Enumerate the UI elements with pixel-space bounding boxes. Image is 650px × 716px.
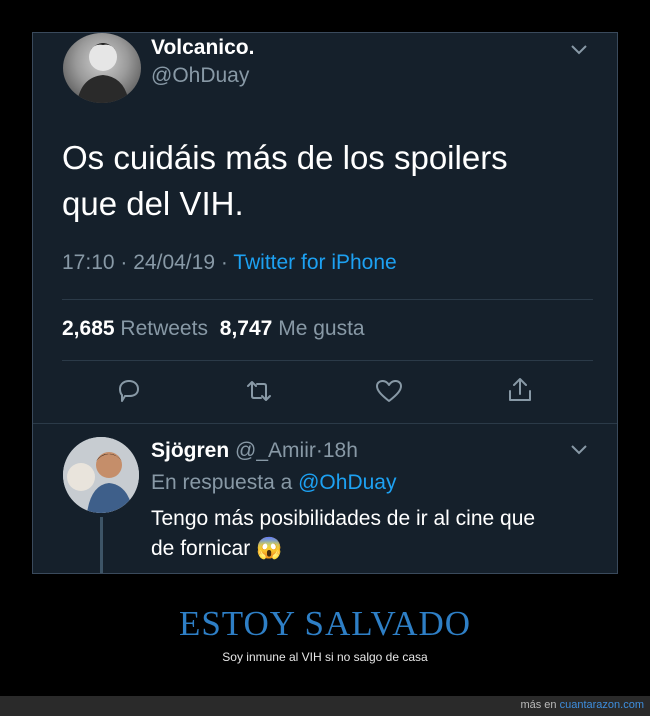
retweet-icon[interactable] bbox=[244, 377, 274, 405]
reply-icon[interactable] bbox=[115, 377, 143, 405]
meta-separator: · bbox=[120, 251, 128, 274]
meta-separator: · bbox=[220, 251, 228, 274]
retweets-count: 2,685 bbox=[62, 317, 115, 340]
author-display-name[interactable]: Volcanico. bbox=[151, 36, 254, 60]
caption-title: ESTOY SALVADO bbox=[178, 604, 472, 643]
reply-text-line-2: de fornicar bbox=[151, 537, 251, 560]
in-reply-to-handle[interactable]: @OhDuay bbox=[298, 471, 396, 494]
tweet-stats: 2,685 Retweets 8,747 Me gusta bbox=[62, 317, 365, 341]
chevron-down-icon[interactable] bbox=[569, 43, 589, 57]
divider bbox=[33, 423, 617, 424]
reply-header: Sjögren @_Amiir·18h bbox=[151, 439, 358, 463]
caption-subtitle: Soy inmune al VIH si no salgo de casa bbox=[222, 650, 428, 664]
footer-site-link[interactable]: cuantarazon.com bbox=[560, 699, 644, 711]
tweet-time: 17:10 bbox=[62, 251, 115, 274]
reply-separator: · bbox=[315, 439, 323, 462]
tweet-date: 24/04/19 bbox=[133, 251, 215, 274]
reply-age: 18h bbox=[322, 439, 358, 462]
likes-count: 8,747 bbox=[219, 317, 273, 340]
in-reply-to-prefix: En respuesta a bbox=[151, 471, 293, 494]
divider bbox=[62, 360, 593, 361]
in-reply-to: En respuesta a @OhDuay bbox=[151, 471, 396, 495]
likes-stat[interactable]: 8,747 Me gusta bbox=[220, 317, 365, 340]
reply-author-avatar[interactable] bbox=[63, 437, 139, 513]
tweet-source-link[interactable]: Twitter for iPhone bbox=[233, 251, 396, 274]
retweets-label: Retweets bbox=[120, 317, 208, 340]
thread-line bbox=[100, 517, 103, 573]
tweet-screenshot: Volcanico. @OhDuay Os cuidáis más de los… bbox=[32, 32, 618, 574]
reply-text-line: de fornicar 😱 bbox=[151, 534, 535, 564]
footer-prefix: más en bbox=[520, 699, 557, 711]
footer-text: más en cuantarazon.com bbox=[520, 699, 644, 711]
tweet-text-line: que del VIH. bbox=[62, 185, 244, 222]
likes-label: Me gusta bbox=[278, 317, 365, 340]
like-heart-icon[interactable] bbox=[374, 377, 404, 405]
share-icon[interactable] bbox=[506, 375, 534, 405]
scream-emoji-icon: 😱 bbox=[256, 537, 283, 560]
divider bbox=[62, 299, 593, 300]
author-handle[interactable]: @OhDuay bbox=[151, 64, 249, 88]
tweet-text: Os cuidáis más de los spoilers que del V… bbox=[62, 135, 508, 227]
retweets-stat[interactable]: 2,685 Retweets bbox=[62, 317, 214, 340]
reply-text-line: Tengo más posibilidades de ir al cine qu… bbox=[151, 507, 536, 530]
tweet-text-line: Os cuidáis más de los spoilers bbox=[62, 139, 508, 176]
footer-bar: más en cuantarazon.com bbox=[0, 696, 650, 716]
reply-chevron-down-icon[interactable] bbox=[569, 443, 589, 457]
tweet-meta: 17:10 · 24/04/19 · Twitter for iPhone bbox=[62, 251, 397, 275]
reply-display-name[interactable]: Sjögren bbox=[151, 439, 229, 462]
author-avatar[interactable] bbox=[63, 33, 141, 103]
reply-handle[interactable]: @_Amiir bbox=[235, 439, 316, 462]
reply-text: Tengo más posibilidades de ir al cine qu… bbox=[151, 504, 535, 564]
